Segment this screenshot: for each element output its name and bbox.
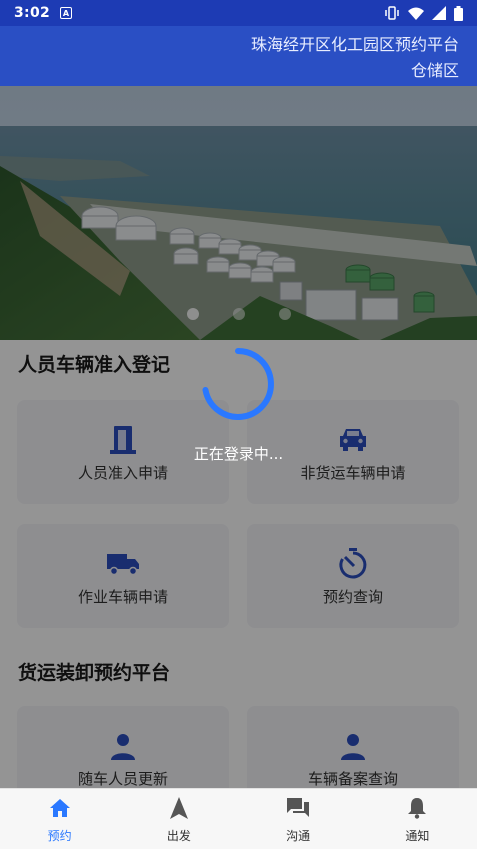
- loading-text: 正在登录中...: [193, 445, 284, 463]
- app-header: 珠海经开区化工园区预约平台 仓储区: [0, 26, 477, 86]
- signal-icon: [432, 6, 446, 20]
- tab-label: 沟通: [286, 829, 311, 843]
- tab-notifications[interactable]: 通知: [358, 789, 477, 849]
- header-title-line2: 仓储区: [410, 61, 459, 80]
- loading-spinner: [202, 348, 274, 420]
- tab-label: 预约: [47, 829, 72, 843]
- tab-depart[interactable]: 出发: [119, 789, 238, 849]
- status-time: 3:02: [14, 5, 51, 21]
- bottom-tab-bar: 预约 出发 沟通 通知: [0, 788, 477, 849]
- battery-icon: [454, 5, 463, 21]
- tab-label: 通知: [405, 829, 430, 843]
- vibrate-icon: [384, 6, 400, 20]
- header-title-line1: 珠海经开区化工园区预约平台: [250, 35, 459, 54]
- status-bar: 3:02 A: [0, 0, 477, 26]
- tab-chat[interactable]: 沟通: [239, 789, 358, 849]
- navigation-arrow-icon: [169, 797, 188, 819]
- bell-icon: [407, 797, 427, 819]
- home-icon: [49, 797, 71, 819]
- tab-label: 出发: [166, 829, 191, 843]
- loading-overlay: [0, 86, 477, 788]
- chat-icon: [286, 797, 310, 819]
- wifi-icon: [408, 7, 424, 20]
- notification-icon: A: [60, 7, 73, 19]
- tab-reservation[interactable]: 预约: [0, 789, 119, 849]
- status-icons: [384, 5, 463, 21]
